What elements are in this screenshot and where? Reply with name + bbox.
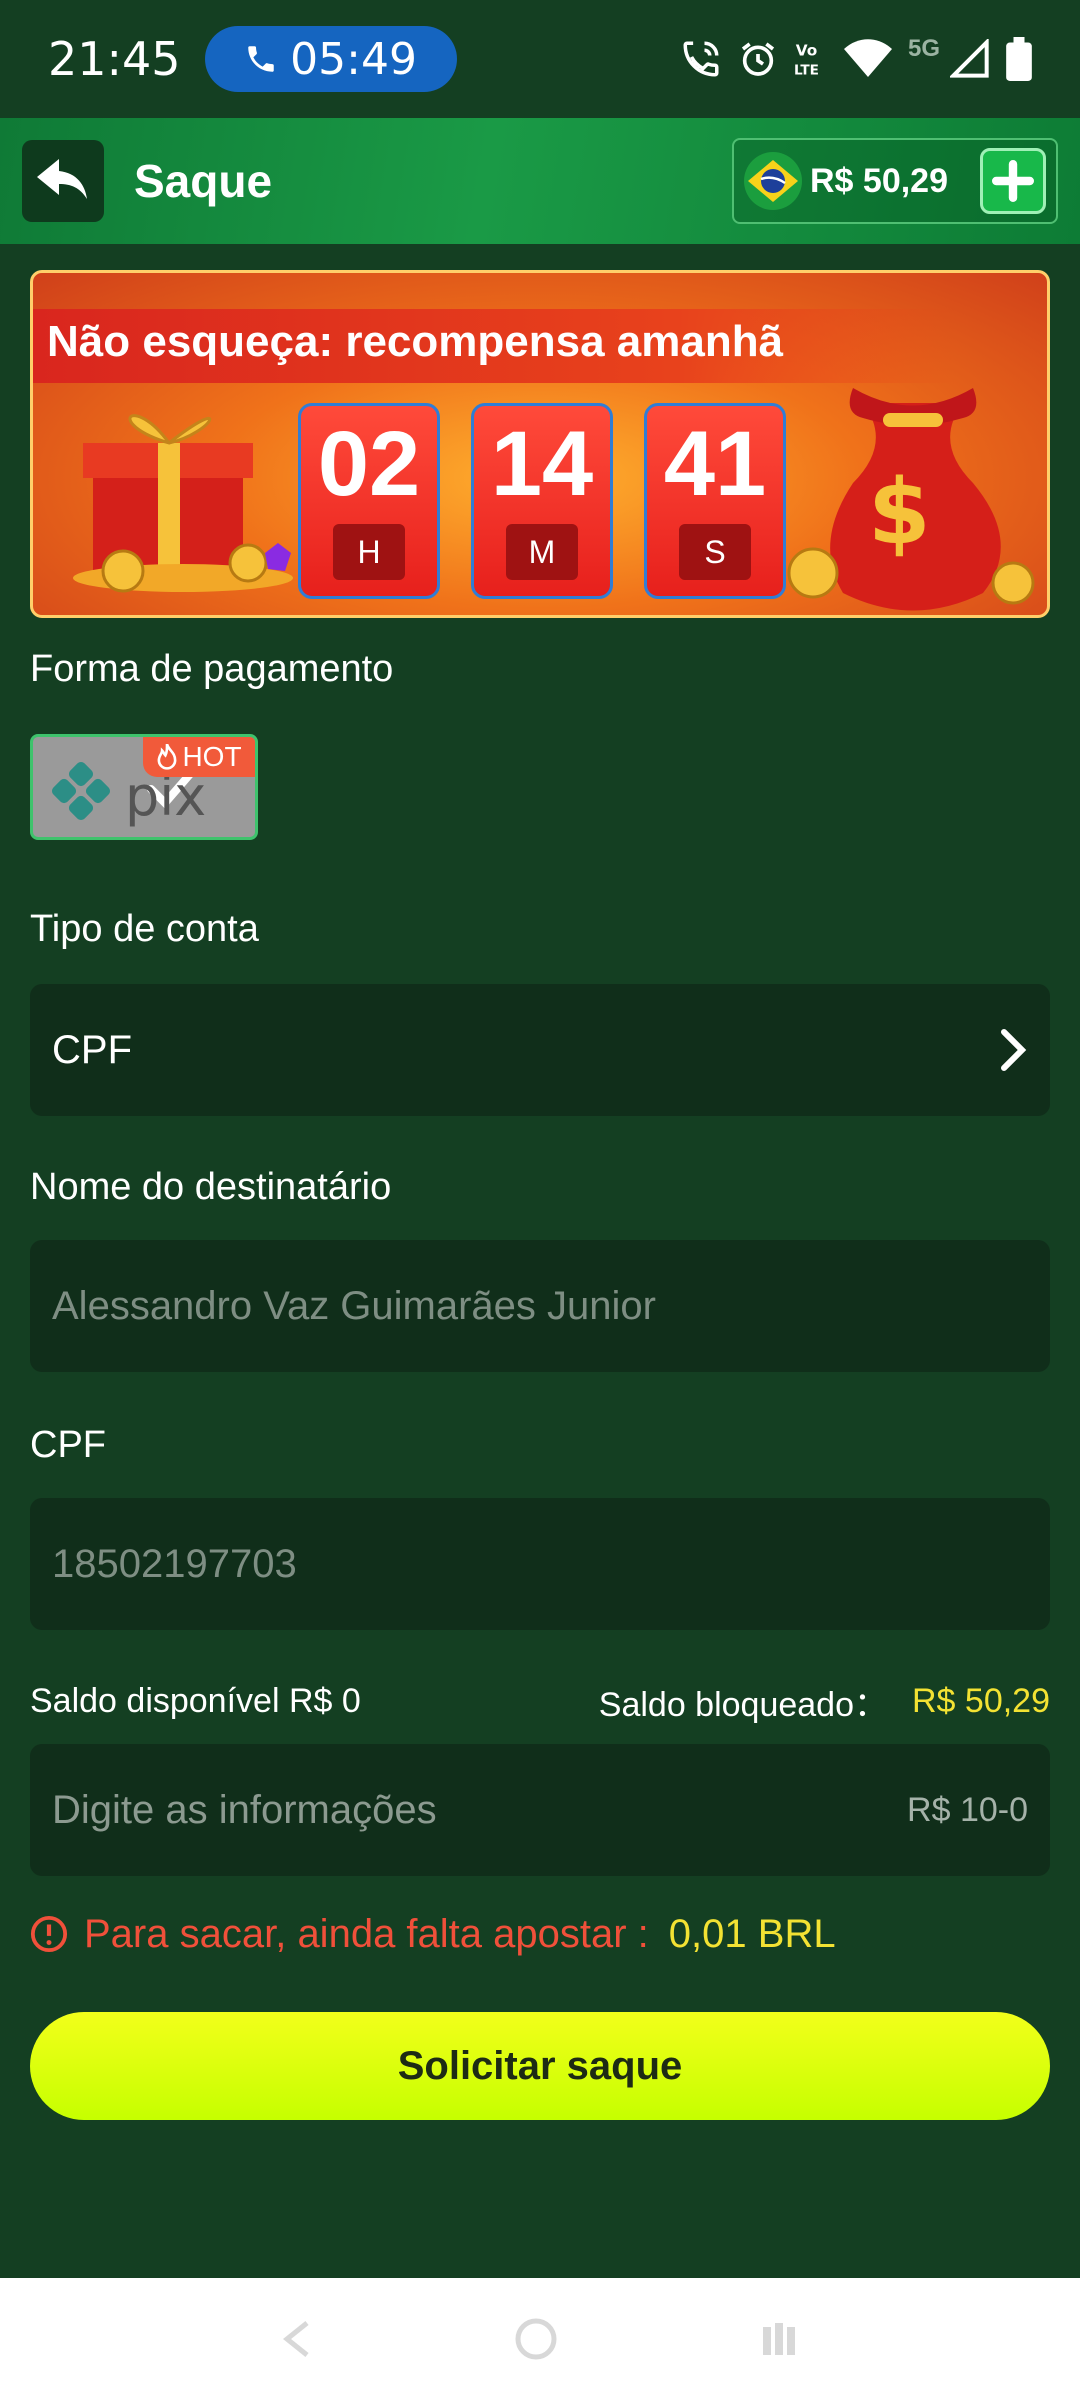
wager-warning: Para sacar, ainda falta apostar : 0,01 B… bbox=[30, 1904, 836, 1964]
locked-balance-label: Saldo bloqueado： bbox=[598, 1685, 888, 1724]
money-bag-image: $ bbox=[787, 388, 1035, 611]
wager-remaining-value: 0,01 BRL bbox=[668, 1911, 836, 1956]
gift-box-image bbox=[73, 414, 293, 593]
cpf-placeholder: 18502197703 bbox=[52, 1541, 297, 1586]
countdown-minutes-value: 14 bbox=[490, 413, 594, 515]
account-type-value: CPF bbox=[52, 1027, 132, 1072]
deposit-button[interactable] bbox=[980, 148, 1046, 214]
signal-icon bbox=[950, 39, 989, 78]
wifi-icon bbox=[843, 39, 892, 77]
back-button[interactable] bbox=[22, 140, 104, 222]
locked-balance-value: R$ 50,29 bbox=[912, 1681, 1050, 1720]
page-title: Saque bbox=[134, 155, 273, 207]
countdown-hours-unit: H bbox=[333, 524, 405, 580]
network-type: 5G bbox=[907, 35, 940, 62]
chevron-right-icon bbox=[1001, 1029, 1027, 1071]
svg-text:LTE: LTE bbox=[794, 62, 819, 78]
countdown-hours-value: 02 bbox=[317, 413, 421, 515]
brazil-flag-icon bbox=[744, 152, 802, 210]
svg-text:Vo: Vo bbox=[796, 42, 818, 60]
status-time: 21:45 bbox=[48, 32, 181, 86]
system-nav-bar bbox=[0, 2278, 1080, 2400]
banner-title: Não esqueça: recompensa amanhã bbox=[47, 317, 784, 366]
nav-recents-icon[interactable] bbox=[757, 2317, 801, 2361]
nav-home-icon[interactable] bbox=[514, 2317, 558, 2361]
account-type-select[interactable]: CPF bbox=[30, 984, 1050, 1116]
nav-back-icon[interactable] bbox=[279, 2319, 315, 2359]
cpf-field[interactable]: 18502197703 bbox=[30, 1498, 1050, 1630]
recipient-name-placeholder: Alessandro Vaz Guimarães Junior bbox=[52, 1283, 656, 1328]
available-balance: Saldo disponível R$ 0 bbox=[30, 1681, 361, 1720]
countdown-minutes: 14 M bbox=[471, 403, 613, 599]
call-duration: 05:49 bbox=[290, 33, 417, 85]
amount-input[interactable]: Digite as informações R$ 10-0 bbox=[30, 1744, 1050, 1876]
svg-text:$: $ bbox=[868, 460, 931, 565]
balance-info-row: Saldo disponível R$ 0 Saldo bloqueado： R… bbox=[30, 1676, 1050, 1726]
payment-method-label: Forma de pagamento bbox=[30, 648, 394, 690]
wager-warning-text: Para sacar, ainda falta apostar : bbox=[84, 1911, 649, 1956]
flame-icon bbox=[158, 744, 177, 770]
balance-value: R$ 50,29 bbox=[810, 161, 948, 200]
amount-range: R$ 10-0 bbox=[907, 1790, 1028, 1829]
reward-banner[interactable]: $ Não esqueça: recompensa amanhã 02 H 14… bbox=[30, 270, 1050, 618]
request-withdrawal-button[interactable]: Solicitar saque bbox=[30, 2012, 1050, 2120]
countdown-minutes-unit: M bbox=[506, 524, 578, 580]
status-bar: 21:45 05:49 Vo LTE 5G bbox=[0, 0, 1080, 118]
wifi-call-icon bbox=[683, 41, 719, 77]
plus-icon bbox=[992, 160, 1034, 202]
back-arrow-icon bbox=[37, 159, 87, 199]
alarm-icon bbox=[741, 42, 775, 76]
recipient-name-field[interactable]: Alessandro Vaz Guimarães Junior bbox=[30, 1240, 1050, 1372]
volte-icon: Vo LTE bbox=[794, 42, 819, 79]
cpf-label: CPF bbox=[30, 1424, 106, 1466]
balance-display[interactable]: R$ 50,29 bbox=[732, 138, 1058, 224]
amount-placeholder: Digite as informações bbox=[52, 1787, 437, 1832]
pix-payment-option[interactable]: pix HOT bbox=[30, 734, 258, 840]
account-type-label: Tipo de conta bbox=[30, 908, 259, 950]
ongoing-call-pill[interactable]: 05:49 bbox=[204, 26, 457, 92]
countdown-hours: 02 H bbox=[298, 403, 440, 599]
hot-badge-label: HOT bbox=[182, 741, 242, 772]
countdown-seconds: 41 S bbox=[644, 403, 786, 599]
battery-icon bbox=[1006, 37, 1032, 81]
recipient-label: Nome do destinatário bbox=[30, 1166, 392, 1208]
countdown-seconds-value: 41 bbox=[663, 413, 767, 515]
countdown-seconds-unit: S bbox=[679, 524, 751, 580]
alert-circle-icon bbox=[30, 1915, 68, 1953]
hot-badge: HOT bbox=[143, 737, 255, 777]
phone-icon bbox=[248, 46, 274, 72]
app-header: Saque R$ 50,29 bbox=[0, 118, 1080, 244]
